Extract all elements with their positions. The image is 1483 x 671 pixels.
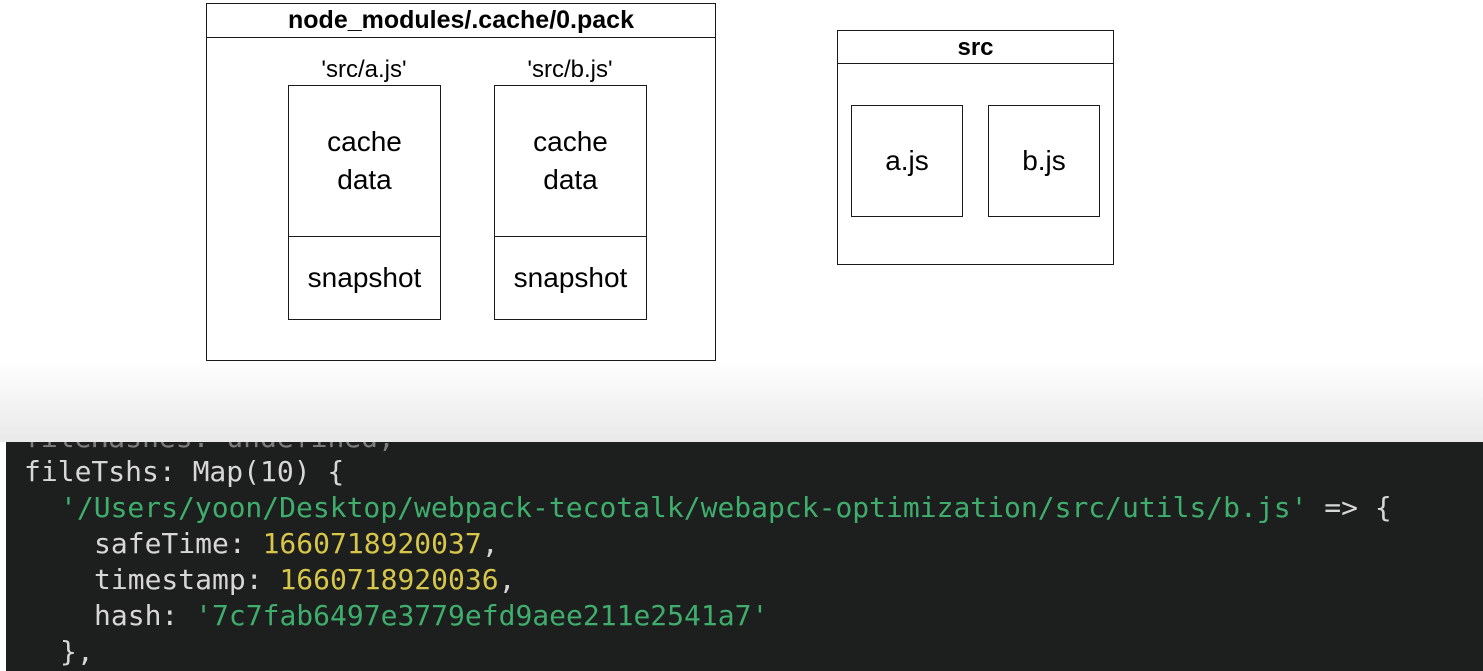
terminal-line-filetshs: fileTshs: Map(10) { <box>24 455 345 488</box>
cache-data-a-line2: data <box>337 164 392 195</box>
cache-entry-b: cache data snapshot <box>494 85 647 320</box>
cache-entry-a: cache data snapshot <box>288 85 441 320</box>
filehashes-key: fileHashes: <box>24 442 226 454</box>
cache-pack-title: node_modules/.cache/0.pack <box>207 4 715 38</box>
cache-data-b: cache data <box>495 86 646 237</box>
terminal-line-safetime: safeTime: 1660718920037, <box>94 527 499 560</box>
terminal-line-path: '/Users/yoon/Desktop/webpack-tecotalk/we… <box>60 490 1392 526</box>
cache-data-b-line1: cache <box>533 126 608 157</box>
cache-data-a: cache data <box>289 86 440 237</box>
snapshot-a: snapshot <box>307 262 422 293</box>
safetime-key: safeTime: <box>94 527 263 560</box>
filehashes-value: undefined, <box>226 442 395 454</box>
terminal-line-close: }, <box>60 635 94 668</box>
src-folder-title: src <box>838 31 1113 64</box>
terminal-line-hash: hash: '7c7fab6497e3779efd9aee211e2541a7' <box>94 598 768 634</box>
hash-value: '7c7fab6497e3779efd9aee211e2541a7' <box>195 599 769 632</box>
snapshot-b: snapshot <box>513 262 628 293</box>
gradient-band <box>0 360 1483 442</box>
timestamp-value: 1660718920036 <box>279 563 499 596</box>
map-arrow: => { <box>1307 491 1392 524</box>
entry-a-label: 'src/a.js' <box>321 56 407 83</box>
timestamp-key: timestamp: <box>94 563 280 596</box>
hash-key: hash: <box>94 599 196 632</box>
cache-data-a-line1: cache <box>327 126 402 157</box>
src-file-a: a.js <box>851 105 963 217</box>
src-file-b: b.js <box>988 105 1100 217</box>
safetime-value: 1660718920037 <box>262 527 482 560</box>
terminal-line-timestamp: timestamp: 1660718920036, <box>94 563 516 596</box>
terminal-output: fileHashes: undefined, fileTshs: Map(10)… <box>6 442 1483 671</box>
file-path-string: '/Users/yoon/Desktop/webpack-tecotalk/we… <box>60 491 1308 524</box>
entry-b-label: 'src/b.js' <box>527 56 613 83</box>
cache-data-b-line2: data <box>543 164 598 195</box>
